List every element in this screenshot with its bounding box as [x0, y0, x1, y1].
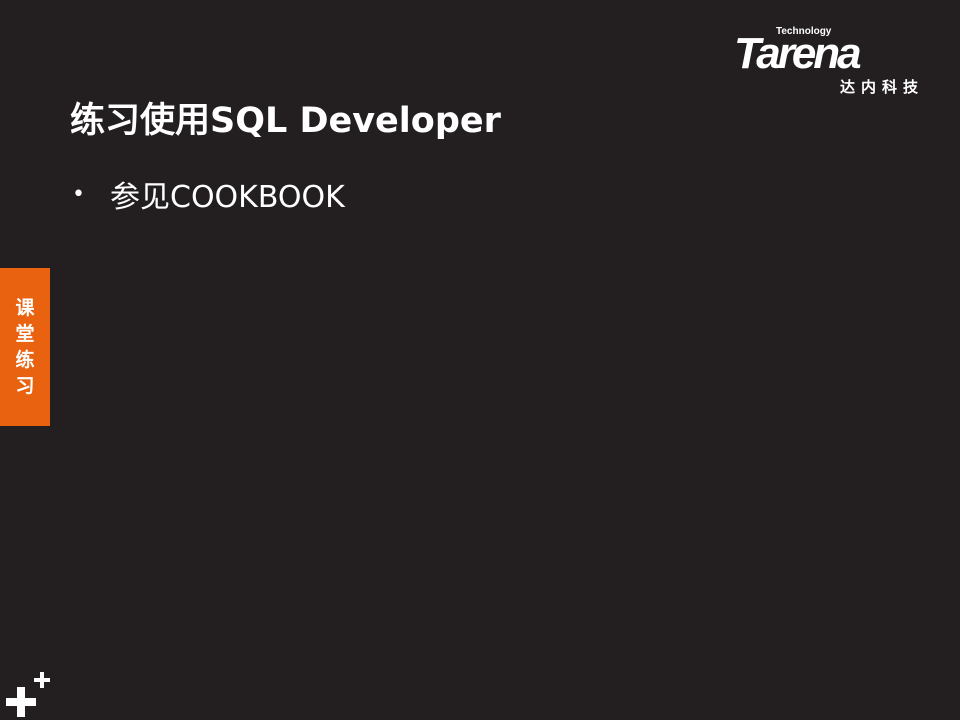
logo-chinese-text: 达内科技: [839, 78, 924, 96]
list-item: • 参见COOKBOOK: [72, 172, 345, 216]
side-tab-label: 课堂练习: [15, 297, 35, 397]
tarena-logo: Technology Tarena 达内科技: [730, 26, 930, 96]
bullet-list: • 参见COOKBOOK: [72, 172, 345, 216]
slide-title: 练习使用SQL Developer: [70, 101, 501, 141]
bullet-marker: •: [72, 181, 85, 207]
side-tab: 课堂练习: [0, 268, 50, 426]
logo-wordmark: Tarena: [734, 29, 862, 78]
plus-icon: [6, 672, 50, 717]
bullet-text: 参见COOKBOOK: [110, 180, 345, 215]
